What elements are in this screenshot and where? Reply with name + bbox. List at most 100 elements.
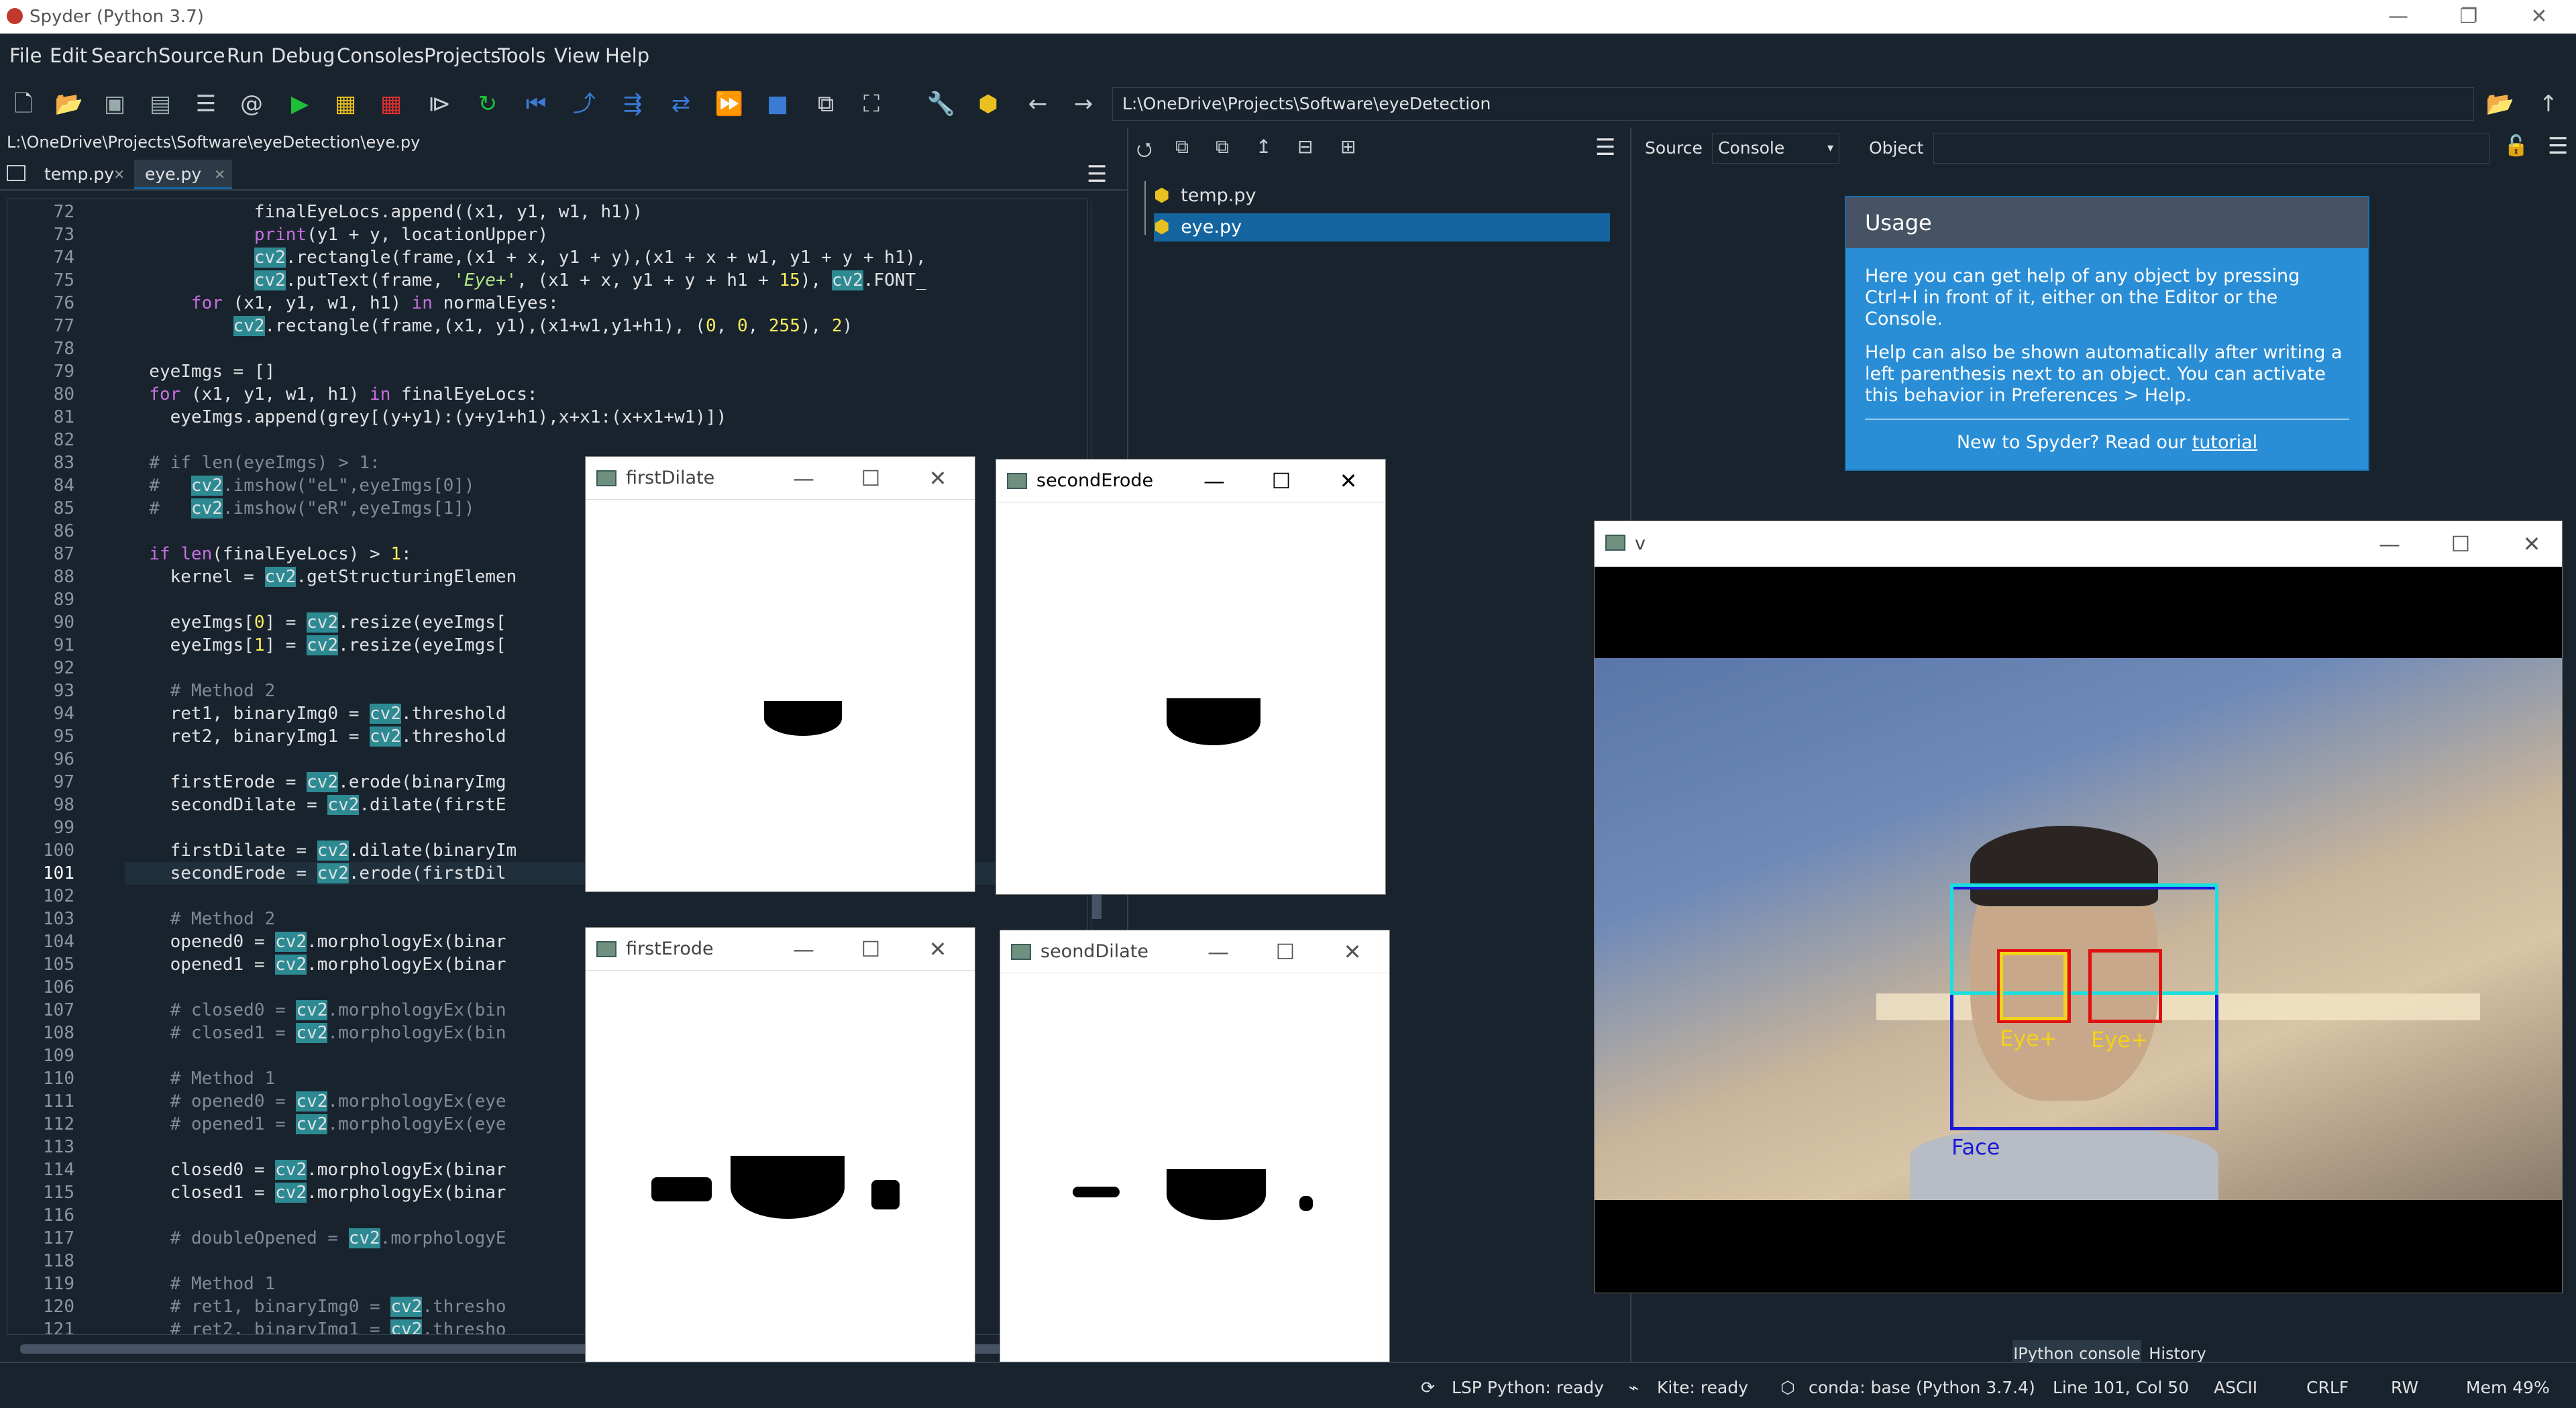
kite-status[interactable]: Kite: ready [1657, 1378, 1748, 1397]
menu-tools[interactable]: Tools [498, 44, 545, 67]
cv-window-second-dilate[interactable]: seondDilate — ☐ ✕ [1000, 930, 1390, 1366]
menu-consoles[interactable]: Consoles [337, 44, 424, 67]
lock-icon[interactable]: 🔓 [2504, 134, 2528, 158]
maximize-icon[interactable]: ☐ [854, 457, 888, 500]
browse-folder-icon[interactable]: 📂 [2485, 89, 2516, 119]
tab-temp-py[interactable]: temp.py ✕ [34, 160, 131, 189]
options-menu-icon[interactable]: ☰ [1087, 161, 1107, 188]
open-file-icon[interactable]: 📂 [54, 89, 85, 119]
close-button[interactable]: ✕ [2502, 0, 2576, 34]
code-line: # ret1, binaryImg0 = cv2.thresho [128, 1297, 506, 1317]
new-file-icon[interactable]: 🗋 [8, 89, 39, 119]
menu-view[interactable]: View [554, 44, 600, 67]
menu-edit[interactable]: Edit [50, 44, 87, 67]
continue-icon[interactable]: ⏩ [714, 89, 745, 119]
conda-icon: ⬡ [1780, 1378, 1795, 1397]
close-icon[interactable]: ✕ [1336, 930, 1369, 973]
minimize-icon[interactable]: — [1197, 459, 1231, 502]
menu-file[interactable]: File [9, 44, 42, 67]
close-icon[interactable]: ✕ [1332, 459, 1365, 502]
code-line: closed0 = cv2.morphologyEx(binar [128, 1160, 506, 1180]
close-tab-icon[interactable]: ✕ [214, 160, 225, 189]
line-number: 97 [53, 772, 74, 792]
step-into-icon[interactable]: ⇶ [617, 89, 648, 119]
forward-arrow-icon[interactable]: → [1068, 89, 1099, 119]
show-all-files-icon[interactable]: ⧉ [1175, 136, 1189, 158]
save-all-icon[interactable]: ▤ [145, 89, 176, 119]
at-icon[interactable]: @ [236, 89, 267, 119]
minimize-icon[interactable]: — [787, 928, 820, 971]
maximize-pane-icon[interactable]: ⧉ [810, 89, 841, 119]
outline-options-icon[interactable]: ☰ [1595, 134, 1615, 161]
line-number: 111 [43, 1091, 74, 1112]
rerun-icon[interactable]: ↻ [472, 89, 503, 119]
code-line: for (x1, y1, w1, h1) in finalEyeLocs: [149, 384, 538, 404]
file-item-temp-py[interactable]: ⬢ temp.py [1154, 182, 1610, 209]
line-number: 104 [43, 932, 74, 952]
menu-debug[interactable]: Debug [271, 44, 335, 67]
browse-tabs-icon[interactable] [7, 165, 25, 181]
menu-source[interactable]: Source [158, 44, 225, 67]
menu-projects[interactable]: Projects [424, 44, 500, 67]
back-arrow-icon[interactable]: ← [1022, 89, 1053, 119]
maximize-icon[interactable]: ☐ [2444, 521, 2477, 567]
sort-icon[interactable]: ↥ [1256, 136, 1271, 158]
fullscreen-icon[interactable]: ⛶ [856, 89, 887, 119]
debug-icon[interactable]: ⏮ [521, 89, 551, 119]
tab-eye-py[interactable]: eye.py ✕ [134, 160, 232, 189]
file-item-eye-py[interactable]: ⬢ eye.py [1154, 213, 1610, 241]
usage-text-1: Here you can get help of any object by p… [1865, 266, 2300, 329]
run-selection-icon[interactable]: ⧐ [424, 89, 455, 119]
eye-label-right: Eye+ [2091, 1027, 2149, 1052]
minimize-button[interactable]: — [2361, 0, 2435, 34]
stop-icon[interactable]: ■ [762, 89, 793, 119]
object-combo[interactable] [1933, 133, 2490, 164]
maximize-icon[interactable]: ☐ [1265, 459, 1298, 502]
maximize-icon[interactable]: ☐ [1269, 930, 1302, 973]
window-titlebar: Spyder (Python 3.7) — ❐ ✕ [0, 0, 2576, 34]
step-return-icon[interactable]: ⇄ [665, 89, 696, 119]
close-tab-icon[interactable]: ✕ [113, 160, 125, 189]
parent-dir-icon[interactable]: ↑ [2533, 89, 2564, 119]
tutorial-link[interactable]: tutorial [2192, 432, 2257, 453]
editor-scroll-thumb[interactable] [1092, 892, 1102, 919]
binary-blob [731, 1156, 845, 1219]
run-cell-icon[interactable]: ▦ [330, 89, 361, 119]
source-value: Console [1718, 138, 1785, 158]
cv-window-second-erode[interactable]: secondErode — ☐ ✕ [996, 459, 1386, 895]
cv-window-first-dilate[interactable]: firstDilate — ☐ ✕ [585, 456, 975, 892]
menu-search[interactable]: Search [91, 44, 158, 67]
menu-help[interactable]: Help [605, 44, 649, 67]
save-icon[interactable]: ▣ [99, 89, 130, 119]
lsp-status[interactable]: LSP Python: ready [1452, 1378, 1604, 1397]
help-options-icon[interactable]: ☰ [2548, 133, 2568, 160]
cv-window-video[interactable]: v — ☐ ✕ Eye+ Eye+ Face [1594, 521, 2563, 1293]
close-icon[interactable]: ✕ [2515, 521, 2548, 567]
minimize-icon[interactable]: — [2373, 521, 2406, 567]
eol-mode: CRLF [2306, 1378, 2349, 1397]
run-cell-advance-icon[interactable]: ▦ [376, 89, 407, 119]
minimize-icon[interactable]: — [1201, 930, 1235, 973]
python-path-icon[interactable]: ⬢ [973, 89, 1004, 119]
minimize-icon[interactable]: — [787, 457, 820, 500]
run-icon[interactable]: ▶ [284, 89, 315, 119]
expand-all-icon[interactable]: ⊞ [1340, 136, 1356, 158]
menu-run[interactable]: Run [227, 44, 264, 67]
close-icon[interactable]: ✕ [921, 457, 955, 500]
upper-face-box [1950, 883, 2218, 995]
source-combo[interactable]: Console ▾ [1712, 133, 1839, 164]
close-icon[interactable]: ✕ [921, 928, 955, 971]
cv-window-first-erode[interactable]: firstErode — ☐ ✕ [585, 927, 975, 1363]
conda-status[interactable]: conda: base (Python 3.7.4) [1809, 1378, 2035, 1397]
go-to-cursor-icon[interactable]: ⭯ [1136, 136, 1152, 168]
working-directory-combo[interactable]: L:\OneDrive\Projects\Software\eyeDetecti… [1112, 87, 2474, 121]
maximize-icon[interactable]: ☐ [854, 928, 888, 971]
maximize-button[interactable]: ❐ [2432, 0, 2506, 34]
group-code-cells-icon[interactable]: ⧉ [1216, 136, 1229, 158]
tab-label: temp.py [44, 164, 115, 184]
list-icon[interactable]: ☰ [191, 89, 221, 119]
line-number: 112 [43, 1114, 74, 1134]
collapse-all-icon[interactable]: ⊟ [1297, 136, 1313, 158]
preferences-icon[interactable]: 🔧 [926, 89, 957, 119]
step-icon[interactable]: ⤴ [569, 89, 600, 119]
